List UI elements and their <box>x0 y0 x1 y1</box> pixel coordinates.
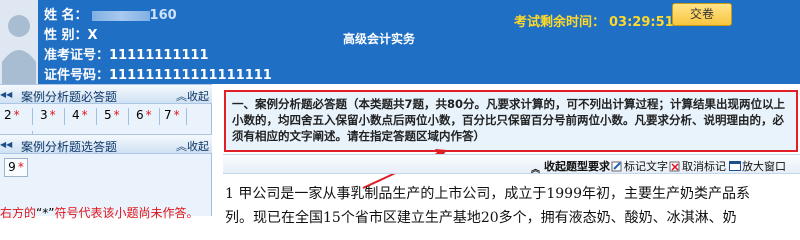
question-num: 7 <box>164 108 172 122</box>
name-redacted <box>91 10 150 21</box>
question-nav-3[interactable]: 3 * <box>40 108 62 127</box>
countdown-timer: 考试剩余时间： 03:29:51 <box>514 11 674 30</box>
question-nav-4[interactable]: 4 * <box>72 108 94 127</box>
id-label: 证件号码： <box>44 68 110 83</box>
exam-header: 姓 名： 160 性 别：X 准考证号：11111111111 证件号码：1111… <box>0 0 800 84</box>
collapse-arrows-icon: ◀◀ <box>0 140 13 149</box>
unanswered-marker: * <box>81 108 88 122</box>
question-text-line-1: 1 甲公司是一家从事乳制品生产的上市公司，成立于1999年初，主要生产奶类产品系 <box>225 186 750 202</box>
section-header-optional[interactable]: ◀◀ 案例分析题选答题 ︽收起 <box>0 134 212 154</box>
question-nav-5[interactable]: 5 * <box>104 108 126 127</box>
candidate-name: 姓 名： 160 <box>44 4 177 23</box>
question-toolbar: ︽ 收起题型要求 标记文字 取消标记 放大窗口 <box>223 154 800 176</box>
double-chevron-up-icon: ︽ <box>531 165 541 175</box>
enlarge-window-button[interactable]: 放大窗口 <box>729 158 786 174</box>
section-header-required[interactable]: ◀◀ 案例分析题必答题 ︽收起 <box>0 84 212 104</box>
unanswered-marker: * <box>49 108 56 122</box>
timer-value: 03:29:51 <box>609 15 674 30</box>
question-num: 9 <box>8 160 16 174</box>
legend-prefix: 右方的 <box>0 206 37 220</box>
unanswered-legend: 右方的“*”符号代表该小题尚未作答。 <box>0 204 198 221</box>
question-navigator: ◀◀ 案例分析题必答题 ︽收起 2 * 3 * 4 * 5 * 6 * 7 * ◀◀ 案例分… <box>0 84 212 220</box>
question-content: 1 甲公司是一家从事乳制品生产的上市公司，成立于1999年初，主要生产奶类产品系… <box>225 182 800 230</box>
unmark-text-label: 取消标记 <box>682 160 726 173</box>
gender-value: X <box>87 28 98 43</box>
question-num: 2 <box>4 108 12 122</box>
gender-label: 性 别： <box>44 28 88 43</box>
collapse-requirements-label: 收起题型要求 <box>544 160 610 173</box>
collapse-optional-label: 收起 <box>187 140 209 153</box>
question-nav-2[interactable]: 2 * <box>4 108 26 127</box>
submit-exam-button[interactable]: 交卷 <box>672 3 732 26</box>
collapse-optional-button[interactable]: ︽收起 <box>176 138 209 154</box>
question-nav-9[interactable]: 9 * <box>4 158 28 177</box>
mark-text-button[interactable]: 标记文字 <box>611 158 668 174</box>
remove-mark-icon <box>669 160 681 172</box>
collapse-required-label: 收起 <box>187 90 209 103</box>
candidate-ticket: 准考证号：11111111111 <box>44 44 209 63</box>
question-nav-6[interactable]: 6 * <box>136 108 158 127</box>
maximize-window-icon <box>729 160 741 172</box>
name-value: 160 <box>149 8 177 23</box>
legend-suffix: 符号代表该小题尚未作答。 <box>54 206 199 220</box>
name-label: 姓 名： <box>44 8 88 23</box>
timer-label: 考试剩余时间： <box>514 15 606 30</box>
question-num: 6 <box>136 108 144 122</box>
unanswered-marker: * <box>13 108 20 122</box>
question-num: 4 <box>72 108 80 122</box>
collapse-requirements-button[interactable]: ︽ 收起题型要求 <box>531 158 610 176</box>
unanswered-marker: * <box>113 108 120 122</box>
unmark-text-button[interactable]: 取消标记 <box>669 158 726 174</box>
question-text-line-2: 列。现已在全国15个省市区建立生产基地20多个，拥有液态奶、酸奶、冰淇淋、奶 <box>225 210 737 226</box>
unanswered-marker: * <box>17 160 24 174</box>
question-panel: 一、案例分析题必答题（本类题共7题，共80分。凡要求计算的，可不列出计算过程；计… <box>213 84 800 226</box>
mark-text-label: 标记文字 <box>624 160 668 173</box>
highlight-pen-icon <box>611 160 623 172</box>
unanswered-marker: * <box>145 108 152 122</box>
question-nav-7[interactable]: 7 * <box>164 108 186 127</box>
id-value: 111111111111111111 <box>109 68 272 83</box>
chevron-up-icon: ︽ <box>176 140 187 153</box>
candidate-avatar <box>0 0 38 84</box>
collapse-required-button[interactable]: ︽收起 <box>176 88 209 104</box>
question-num: 5 <box>104 108 112 122</box>
exam-title: 高级会计实务 <box>343 32 416 46</box>
question-num: 3 <box>40 108 48 122</box>
collapse-arrows-icon: ◀◀ <box>0 90 13 99</box>
ticket-value: 11111111111 <box>109 48 209 63</box>
legend-symbol: “*” <box>36 206 55 220</box>
section-title-required: 案例分析题必答题 <box>21 90 118 104</box>
unanswered-marker: * <box>173 108 180 122</box>
ticket-label: 准考证号： <box>44 48 110 63</box>
candidate-id: 证件号码：111111111111111111 <box>44 64 272 83</box>
candidate-gender: 性 别：X <box>44 24 98 43</box>
chevron-up-icon: ︽ <box>176 90 187 103</box>
section-title-optional: 案例分析题选答题 <box>21 140 118 154</box>
enlarge-window-label: 放大窗口 <box>742 160 786 173</box>
